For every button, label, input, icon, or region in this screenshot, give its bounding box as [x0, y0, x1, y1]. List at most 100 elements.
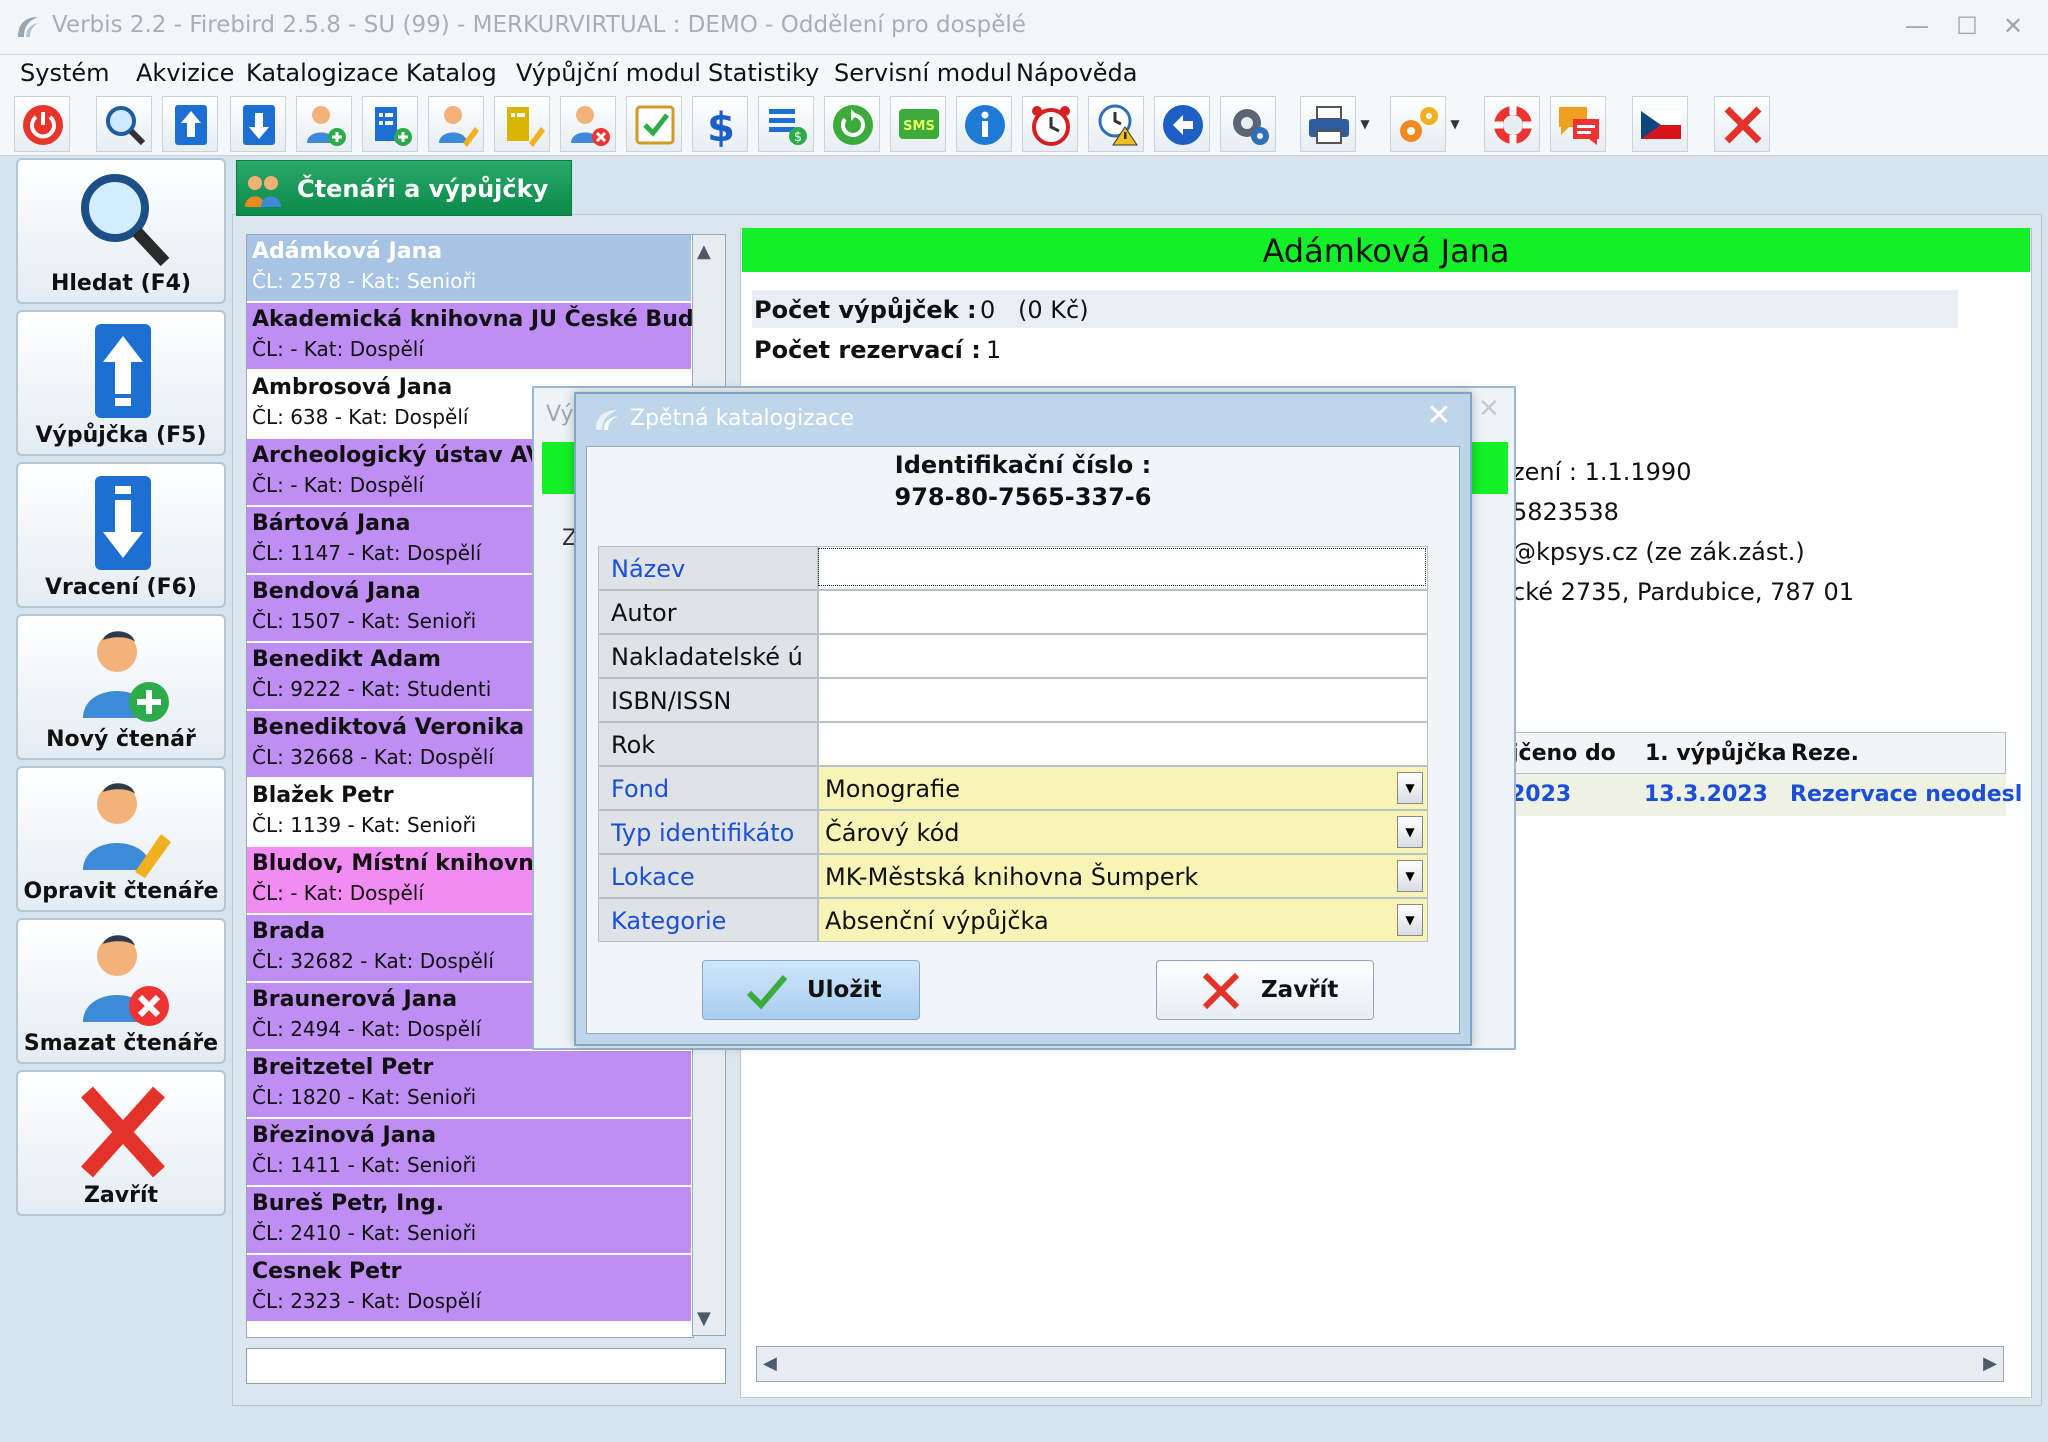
field-select[interactable]: Monografie ▼	[818, 766, 1428, 810]
background-dialog-close-icon[interactable]: ✕	[1478, 394, 1500, 424]
toolbar-refresh-button[interactable]	[824, 96, 880, 152]
col-due-date[interactable]: jčeno do	[1511, 741, 1616, 766]
chevron-down-icon[interactable]: ▼	[1397, 816, 1423, 848]
toolbar-info-button[interactable]	[956, 96, 1012, 152]
background-dialog-title: Vý	[546, 402, 574, 427]
scroll-left-icon[interactable]: ◀	[763, 1353, 777, 1374]
field-input[interactable]	[818, 590, 1428, 634]
list-item[interactable]: Breitzetel Petr ČL: 1820 - Kat: Senioři	[247, 1051, 691, 1118]
close-icon	[1202, 972, 1240, 1010]
scroll-right-icon[interactable]: ▶	[1983, 1353, 1997, 1374]
toolbar-close-button[interactable]	[1714, 96, 1770, 152]
close-icon	[1724, 106, 1762, 144]
menu-vypujcni-modul[interactable]: Výpůjční modul	[516, 59, 701, 87]
list-item[interactable]: Cesnek Petr ČL: 2323 - Kat: Dospělí	[247, 1255, 691, 1322]
toolbar-help-button[interactable]	[1484, 96, 1540, 152]
toolbar-settings-button[interactable]	[1220, 96, 1276, 152]
loans-amount: (0 Kč)	[1018, 296, 1089, 324]
title-bar: Verbis 2.2 - Firebird 2.5.8 - SU (99) - …	[0, 0, 2048, 55]
menu-napoveda[interactable]: Nápověda	[1016, 59, 1138, 87]
toolbar-print-button[interactable]	[1300, 96, 1356, 152]
toolbar-checkout-button[interactable]	[162, 96, 218, 152]
toolbar-tools-button[interactable]	[1390, 96, 1446, 152]
field-label: Lokace	[611, 863, 695, 891]
reservations-label: Počet rezervací :	[754, 336, 981, 364]
toolbar-delete-reader-button[interactable]	[560, 96, 616, 152]
reader-search-input[interactable]	[246, 1348, 726, 1384]
czech-flag-icon	[1641, 111, 1681, 139]
maximize-button[interactable]: ☐	[1950, 10, 1984, 42]
field-input[interactable]	[818, 722, 1428, 766]
field-select[interactable]: MK-Městská knihovna Šumperk ▼	[818, 854, 1428, 898]
svg-text:$: $	[794, 130, 802, 145]
field-input[interactable]	[818, 546, 1428, 590]
menu-statistiky[interactable]: Statistiky	[708, 59, 819, 87]
toolbar-fee-list-button[interactable]: $	[758, 96, 814, 152]
menu-katalog[interactable]: Katalog	[406, 59, 497, 87]
toolbar-sms-button[interactable]: SMS	[890, 96, 946, 152]
new-reader-button[interactable]: Nový čtenář	[16, 614, 226, 760]
field-label-cell: Rok	[598, 722, 818, 766]
phone: 5823538	[1512, 498, 1619, 526]
list-item[interactable]: Bureš Petr, Ing. ČL: 2410 - Kat: Senioři	[247, 1187, 691, 1254]
toolbar-edit-reader-button[interactable]	[428, 96, 484, 152]
toolbar-alarm-button[interactable]	[1022, 96, 1078, 152]
dialog-cancel-button[interactable]: Zavřít	[1156, 960, 1374, 1020]
search-button[interactable]: Hledat (F4)	[16, 158, 226, 304]
field-input[interactable]	[818, 678, 1428, 722]
menu-katalogizace[interactable]: Katalogizace	[246, 59, 399, 87]
field-label: Autor	[611, 599, 677, 627]
toolbar-search-button[interactable]	[96, 96, 152, 152]
delete-reader-icon	[571, 106, 610, 146]
col-first-loan[interactable]: 1. výpůjčka	[1645, 741, 1786, 766]
toolbar-add-reader-button[interactable]	[296, 96, 352, 152]
list-item[interactable]: Adámková Jana ČL: 2578 - Kat: Senioři	[247, 235, 691, 302]
reader-name-label: Březinová Jana	[252, 1123, 437, 1148]
readers-icon	[245, 176, 281, 207]
scroll-up-icon[interactable]: ▲	[697, 241, 711, 262]
scroll-down-icon[interactable]: ▼	[697, 1308, 711, 1329]
print-dropdown-button[interactable]: ▼	[1356, 96, 1374, 152]
toolbar-add-document-button[interactable]	[362, 96, 418, 152]
menu-akvizice[interactable]: Akvizice	[136, 59, 234, 87]
toolbar-edit-document-button[interactable]	[494, 96, 550, 152]
save-button[interactable]: Uložit	[702, 960, 920, 1020]
list-item[interactable]: Březinová Jana ČL: 1411 - Kat: Senioři	[247, 1119, 691, 1186]
list-item[interactable]: Akademická knihovna JU České Bud... ČL: -…	[247, 303, 693, 370]
window-close-button[interactable]: ✕	[1996, 10, 2030, 42]
minimize-button[interactable]: —	[1900, 10, 1934, 42]
chevron-down-icon[interactable]: ▼	[1397, 772, 1423, 804]
return-button[interactable]: Vracení (F6)	[16, 462, 226, 608]
grid-horizontal-scrollbar[interactable]: ◀ ▶	[756, 1346, 2004, 1382]
close-icon	[81, 1086, 165, 1178]
menu-servisni-modul[interactable]: Servisní modul	[834, 59, 1012, 87]
field-select[interactable]: Čárový kód ▼	[818, 810, 1428, 854]
col-reservation[interactable]: Reze.	[1791, 741, 1859, 766]
toolbar-fees-button[interactable]: $	[692, 96, 748, 152]
dialog-close-icon[interactable]: ✕	[1422, 398, 1456, 434]
toolbar-back-button[interactable]	[1154, 96, 1210, 152]
toolbar-messages-button[interactable]	[1550, 96, 1606, 152]
toolbar-overdue-button[interactable]	[1088, 96, 1144, 152]
toolbar-language-button[interactable]	[1632, 96, 1688, 152]
tools-dropdown-button[interactable]: ▼	[1446, 96, 1464, 152]
close-button[interactable]: Zavřít	[16, 1070, 226, 1216]
toolbar-return-button[interactable]	[230, 96, 286, 152]
toolbar-power-button[interactable]	[14, 96, 70, 152]
edit-reader-button[interactable]: Opravit čtenáře	[16, 766, 226, 912]
toolbar-checklist-button[interactable]	[626, 96, 682, 152]
field-input[interactable]	[818, 634, 1428, 678]
checkout-button[interactable]: Výpůjčka (F5)	[16, 310, 226, 456]
alarm-clock-icon	[1032, 106, 1070, 146]
delete-reader-button[interactable]: Smazat čtenáře	[16, 918, 226, 1064]
field-value: MK-Městská knihovna Šumperk	[825, 863, 1199, 891]
chevron-down-icon[interactable]: ▼	[1397, 860, 1423, 892]
field-select[interactable]: Absenční výpůjčka ▼	[818, 898, 1428, 942]
warning-clock-icon	[1098, 104, 1138, 146]
birth-date: zení : 1.1.1990	[1512, 458, 1692, 486]
chevron-down-icon[interactable]: ▼	[1397, 904, 1423, 936]
reader-name-label: Bureš Petr, Ing.	[252, 1191, 445, 1216]
tab-readers-loans[interactable]: Čtenáři a výpůjčky	[236, 160, 572, 216]
reader-name-label: Adámková Jana	[252, 239, 443, 264]
menu-system[interactable]: Systém	[20, 59, 110, 87]
